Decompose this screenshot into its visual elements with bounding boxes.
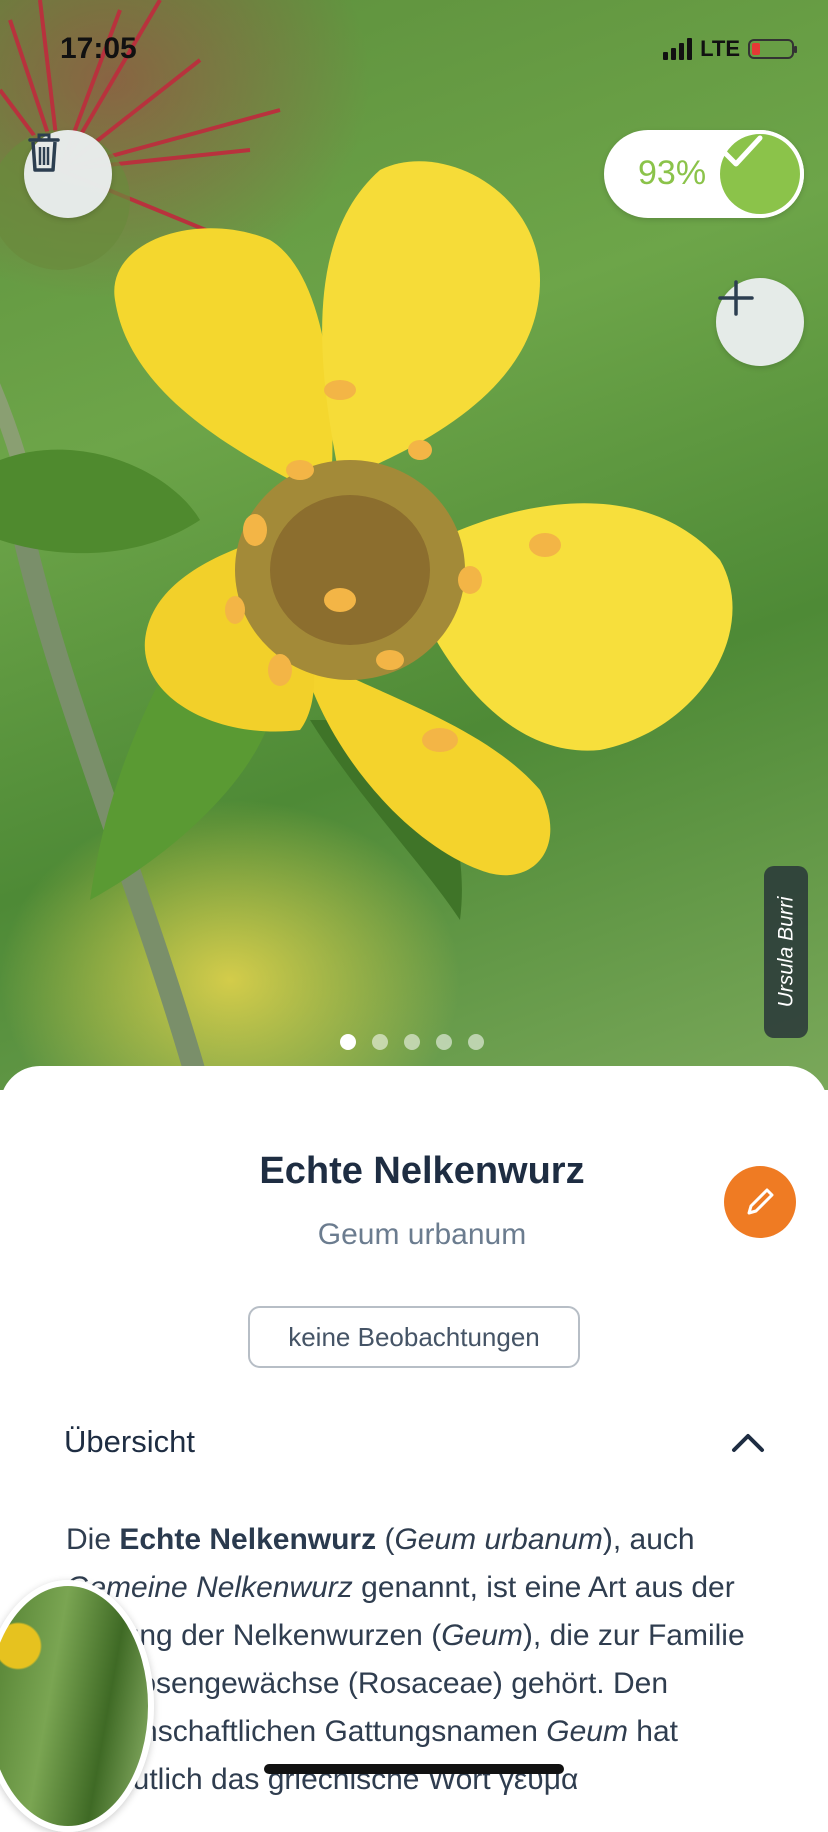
edit-button[interactable]: [724, 1166, 796, 1238]
delete-button[interactable]: [24, 130, 112, 218]
confidence-value: 93%: [638, 154, 707, 192]
photo-credit-label: Ursula Burri: [774, 896, 798, 1008]
status-time: 17:05: [60, 32, 137, 65]
photo-credit: Ursula Burri: [764, 866, 808, 1038]
signal-icon: [663, 38, 693, 60]
home-indicator: [264, 1764, 564, 1774]
network-label: LTE: [700, 36, 740, 61]
species-latin-name: Geum urbanum: [317, 1218, 527, 1251]
overview-section-title[interactable]: Übersicht: [64, 1424, 195, 1460]
chevron-up-icon[interactable]: [728, 1424, 768, 1460]
carousel-dot[interactable]: [436, 1034, 452, 1050]
carousel-dot[interactable]: [372, 1034, 388, 1050]
carousel-dots[interactable]: [340, 1034, 484, 1050]
overview-text: Die Echte Nelkenwurz (Geum urbanum), auc…: [66, 1523, 745, 1796]
status-indicators: LTE: [663, 36, 797, 62]
carousel-dot[interactable]: [340, 1034, 356, 1050]
pencil-icon: [747, 1188, 774, 1215]
observations-button[interactable]: keine Beobachtungen: [248, 1306, 580, 1368]
trash-icon: [28, 133, 60, 172]
carousel-dot[interactable]: [468, 1034, 484, 1050]
battery-icon: [748, 39, 797, 59]
species-photo[interactable]: 17:05 LTE 93% Ursula Burri: [0, 0, 828, 1090]
confidence-badge[interactable]: 93%: [604, 130, 804, 218]
species-common-name: Echte Nelkenwurz: [259, 1150, 585, 1192]
checkmark-icon: [716, 130, 804, 218]
carousel-dot[interactable]: [404, 1034, 420, 1050]
plus-icon: [718, 280, 754, 316]
add-button[interactable]: [716, 278, 804, 366]
